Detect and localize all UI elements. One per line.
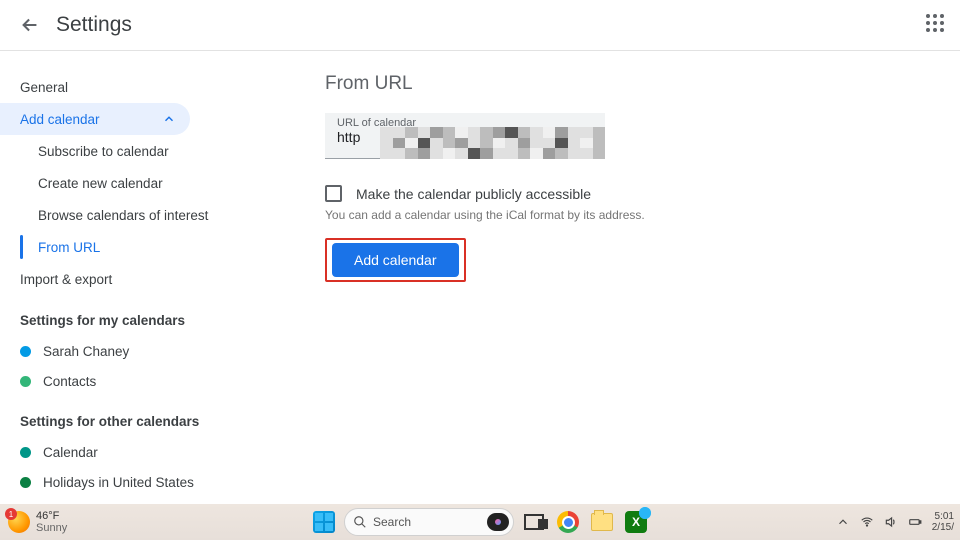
- start-button[interactable]: [310, 508, 338, 536]
- add-calendar-button[interactable]: Add calendar: [332, 243, 459, 277]
- taskbar-search[interactable]: Search: [344, 508, 514, 536]
- app-badge: 2: [639, 507, 651, 519]
- sidebar-item-add-calendar[interactable]: Add calendar: [0, 103, 190, 135]
- sidebar-item-subscribe[interactable]: Subscribe to calendar: [20, 135, 230, 167]
- copilot-icon[interactable]: [487, 513, 509, 531]
- calendar-row-holidays[interactable]: Holidays in United States: [0, 467, 230, 497]
- input-value: http: [337, 129, 593, 145]
- calendar-label: Calendar: [43, 445, 98, 460]
- content-heading: From URL: [325, 73, 960, 95]
- notification-badge: 1: [5, 508, 17, 520]
- chrome-icon: [557, 511, 579, 533]
- search-placeholder: Search: [373, 515, 481, 529]
- task-view-button[interactable]: [520, 508, 548, 536]
- wifi-icon[interactable]: [860, 515, 874, 529]
- chrome-button[interactable]: [554, 508, 582, 536]
- checkbox-label: Make the calendar publicly accessible: [356, 186, 591, 202]
- search-icon: [353, 515, 367, 529]
- system-tray: 5:01 2/15/: [836, 511, 954, 534]
- calendar-color-dot: [20, 346, 31, 357]
- weather-widget[interactable]: 1 46°F Sunny: [0, 510, 67, 534]
- sidebar-item-label: Add calendar: [20, 112, 100, 127]
- calendar-color-dot: [20, 376, 31, 387]
- weather-text: 46°F Sunny: [36, 510, 67, 534]
- app-header: Settings: [0, 0, 960, 51]
- clock[interactable]: 5:01 2/15/: [932, 511, 954, 534]
- taskbar-center: Search X 2: [310, 508, 650, 536]
- highlight-box: Add calendar: [325, 238, 466, 282]
- calendar-row-contacts[interactable]: Contacts: [0, 366, 230, 396]
- sidebar-item-create-new[interactable]: Create new calendar: [20, 167, 230, 199]
- chevron-up-icon[interactable]: [836, 515, 850, 529]
- sidebar-item-from-url[interactable]: From URL: [20, 231, 230, 263]
- folder-icon: [591, 513, 613, 531]
- settings-sidebar: General Add calendar Subscribe to calend…: [0, 51, 230, 504]
- calendar-label: Contacts: [43, 374, 96, 389]
- calendar-row-default[interactable]: Calendar: [0, 437, 230, 467]
- speaker-icon[interactable]: [884, 515, 898, 529]
- public-access-checkbox[interactable]: [325, 185, 342, 202]
- calendar-row-user[interactable]: Sarah Chaney: [0, 336, 230, 366]
- chevron-up-icon: [162, 112, 176, 126]
- xbox-button[interactable]: X 2: [622, 508, 650, 536]
- back-button[interactable]: [12, 7, 48, 43]
- section-other-calendars: Settings for other calendars: [0, 396, 230, 437]
- windows-taskbar: 1 46°F Sunny Search X 2 5:01: [0, 504, 960, 540]
- main-content: From URL URL of calendar http Make the c…: [230, 51, 960, 504]
- calendar-label: Sarah Chaney: [43, 344, 129, 359]
- section-my-calendars: Settings for my calendars: [0, 295, 230, 336]
- public-access-row: Make the calendar publicly accessible: [325, 185, 960, 202]
- help-text: You can add a calendar using the iCal fo…: [325, 208, 960, 222]
- sidebar-item-general[interactable]: General: [0, 71, 230, 103]
- task-view-icon: [524, 514, 544, 530]
- xbox-icon: X 2: [625, 511, 647, 533]
- battery-icon[interactable]: [908, 515, 922, 529]
- page-title: Settings: [56, 13, 132, 37]
- add-calendar-submenu: Subscribe to calendar Create new calenda…: [20, 135, 230, 263]
- weather-icon: 1: [8, 511, 30, 533]
- sidebar-item-browse-interest[interactable]: Browse calendars of interest: [20, 199, 230, 231]
- calendar-color-dot: [20, 447, 31, 458]
- arrow-left-icon: [19, 14, 41, 36]
- calendar-label: Holidays in United States: [43, 475, 194, 490]
- calendar-color-dot: [20, 477, 31, 488]
- google-apps-icon[interactable]: [926, 14, 950, 38]
- body: General Add calendar Subscribe to calend…: [0, 51, 960, 504]
- url-input[interactable]: URL of calendar http: [325, 113, 605, 159]
- sidebar-item-import-export[interactable]: Import & export: [0, 263, 230, 295]
- file-explorer-button[interactable]: [588, 508, 616, 536]
- windows-icon: [313, 511, 335, 533]
